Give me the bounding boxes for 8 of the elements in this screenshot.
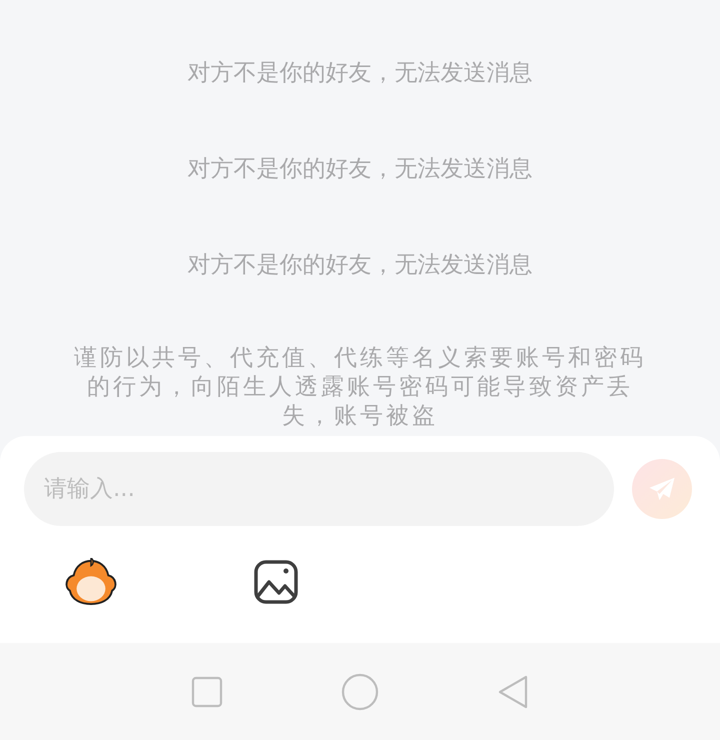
security-notice: 谨防以共号、代充值、代练等名义索要账号和密码的行为，向陌生人透露账号密码可能导致资产丢失，账号被盗 <box>73 344 647 431</box>
system-message: 对方不是你的好友，无法发送消息 <box>188 251 532 280</box>
home-icon[interactable] <box>340 672 379 710</box>
system-message: 对方不是你的好友，无法发送消息 <box>188 59 532 88</box>
image-icon[interactable] <box>254 560 298 604</box>
recent-apps-icon[interactable] <box>190 676 223 708</box>
back-icon[interactable] <box>497 674 530 710</box>
system-message: 对方不是你的好友，无法发送消息 <box>188 155 532 184</box>
